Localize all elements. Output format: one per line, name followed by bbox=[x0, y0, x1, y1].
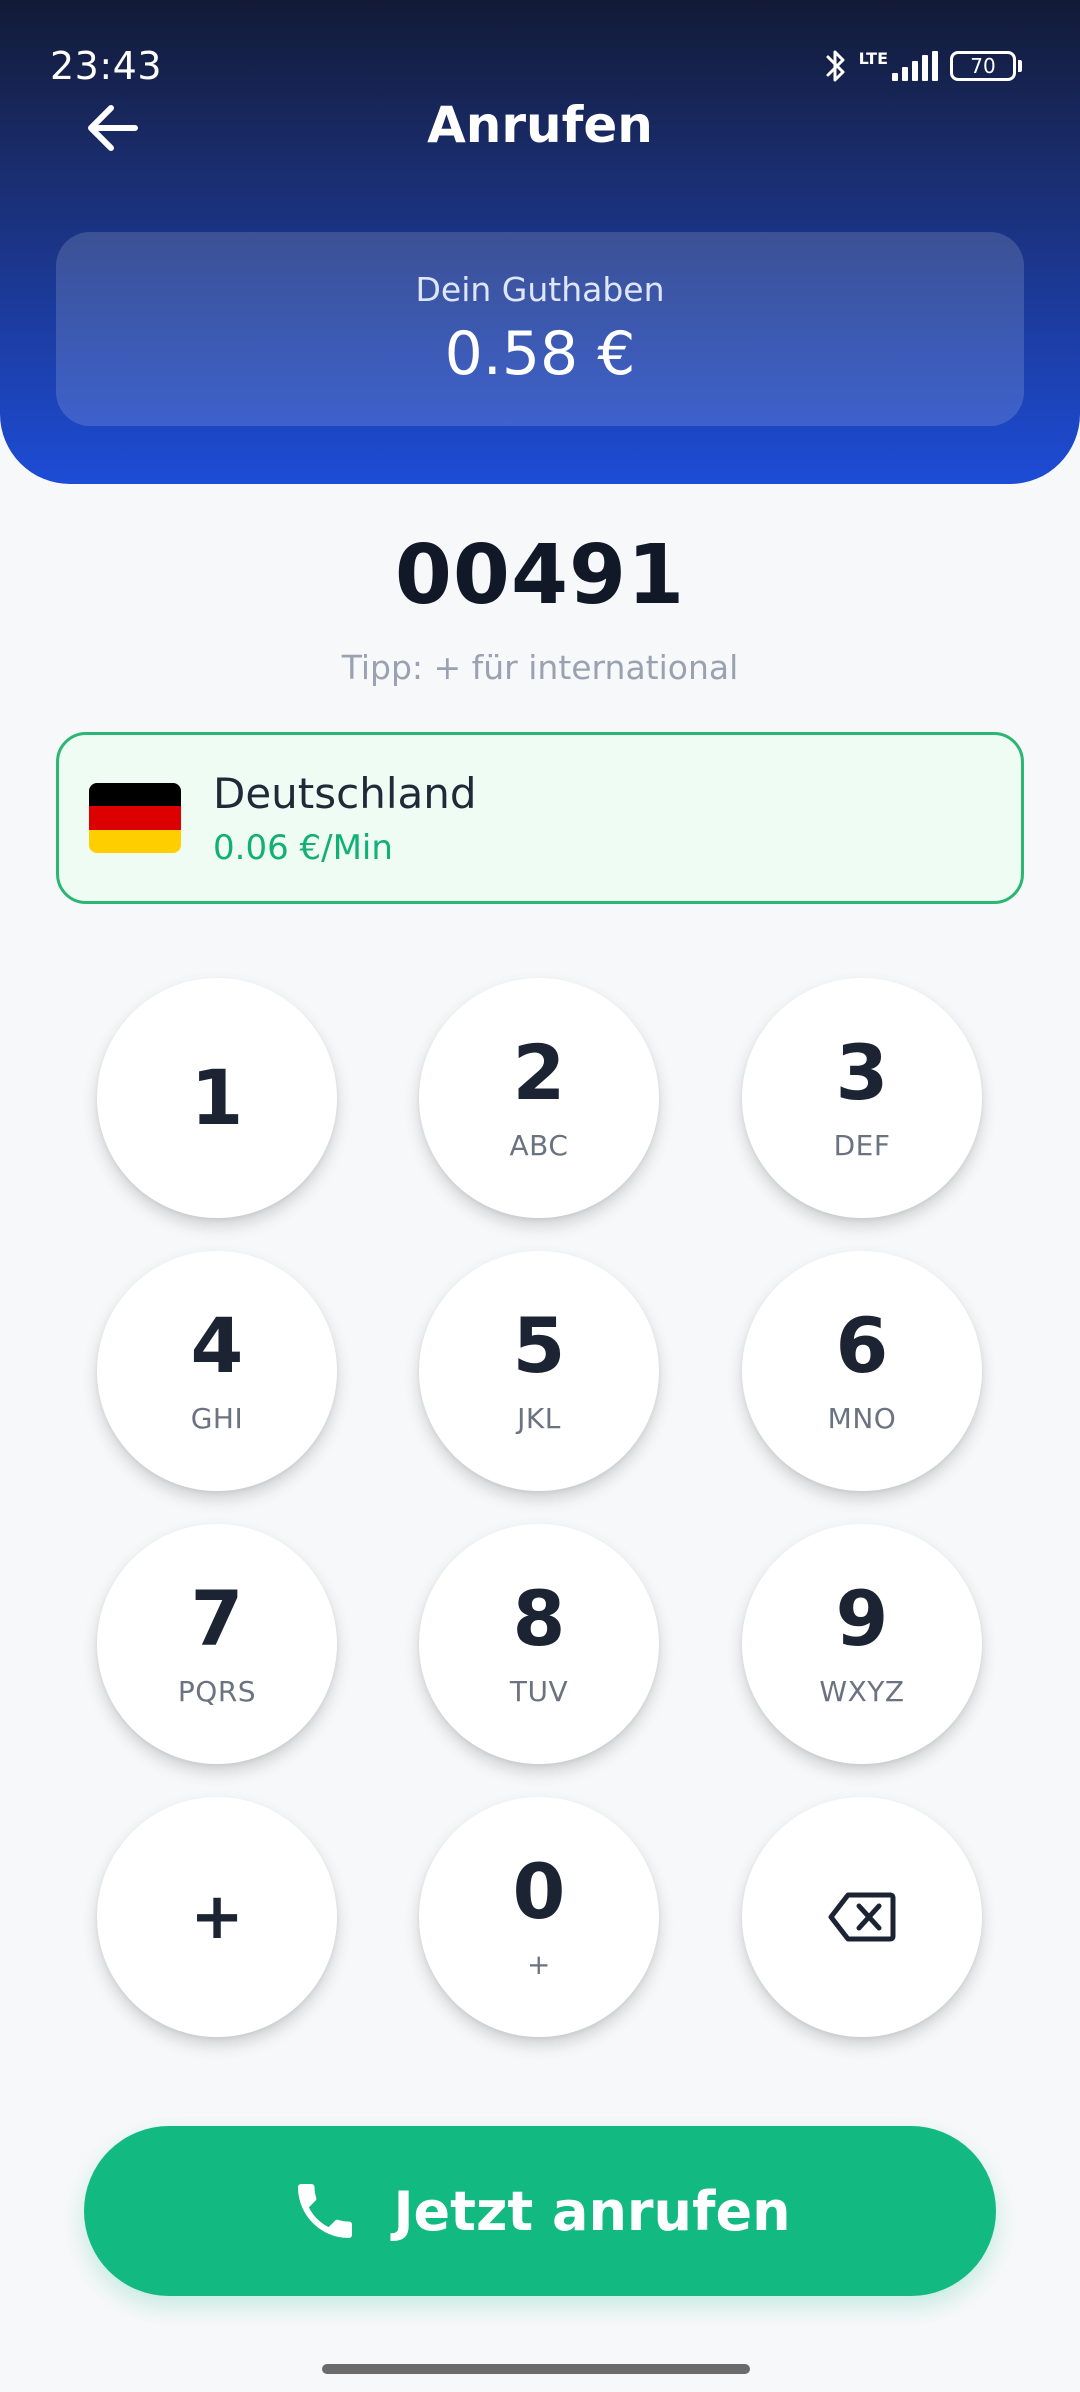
key-digit: 0 bbox=[512, 1846, 566, 1936]
key-digit: 6 bbox=[835, 1300, 889, 1390]
header: 23:43 LTE 70 Anrufen Dein Guthaben 0.58 … bbox=[0, 0, 1080, 484]
network-label: LTE bbox=[858, 49, 888, 68]
key-digit: 3 bbox=[835, 1027, 889, 1117]
status-icons: LTE 70 bbox=[825, 46, 1022, 86]
key-3[interactable]: 3 DEF bbox=[742, 978, 982, 1218]
key-7[interactable]: 7 PQRS bbox=[97, 1524, 337, 1764]
backspace-icon bbox=[828, 1892, 896, 1942]
key-letters: MNO bbox=[827, 1401, 897, 1435]
key-4[interactable]: 4 GHI bbox=[97, 1251, 337, 1491]
key-letters: GHI bbox=[190, 1401, 244, 1435]
country-rate: 0.06 €/Min bbox=[213, 827, 393, 868]
backspace-button[interactable] bbox=[742, 1797, 982, 2037]
phone-icon bbox=[298, 2184, 353, 2238]
balance-label: Dein Guthaben bbox=[415, 269, 665, 309]
key-letters: ABC bbox=[509, 1128, 569, 1162]
key-digit: 8 bbox=[512, 1573, 566, 1663]
country-card[interactable]: Deutschland 0.06 €/Min bbox=[56, 732, 1024, 904]
balance-card: Dein Guthaben 0.58 € bbox=[56, 232, 1024, 426]
key-digit: 4 bbox=[190, 1300, 244, 1390]
key-letters: JKL bbox=[517, 1401, 561, 1435]
key-digit: 2 bbox=[512, 1027, 566, 1117]
status-time: 23:43 bbox=[50, 44, 163, 88]
call-screen: 23:43 LTE 70 Anrufen Dein Guthaben 0.58 … bbox=[0, 0, 1080, 2392]
dialed-number: 00491 bbox=[394, 528, 686, 623]
battery-level: 70 bbox=[970, 54, 996, 78]
key-digit: 9 bbox=[835, 1573, 889, 1663]
call-now-button[interactable]: Jetzt anrufen bbox=[84, 2126, 996, 2296]
key-2[interactable]: 2 ABC bbox=[419, 978, 659, 1218]
key-letters: + bbox=[527, 1947, 551, 1981]
key-plus[interactable]: + bbox=[97, 1797, 337, 2037]
key-digit: 1 bbox=[190, 1053, 244, 1142]
key-digit: 5 bbox=[512, 1300, 566, 1390]
page-title: Anrufen bbox=[427, 96, 653, 154]
home-indicator[interactable] bbox=[322, 2364, 750, 2374]
country-name: Deutschland bbox=[213, 768, 477, 818]
key-letters: TUV bbox=[509, 1674, 569, 1708]
key-letters: WXYZ bbox=[819, 1674, 905, 1708]
key-digit: 7 bbox=[190, 1573, 244, 1663]
key-0[interactable]: 0 + bbox=[419, 1797, 659, 2037]
battery-icon: 70 bbox=[950, 51, 1022, 81]
germany-flag-icon bbox=[89, 783, 181, 853]
balance-value: 0.58 € bbox=[444, 318, 636, 389]
dial-hint: Tipp: + für international bbox=[341, 648, 739, 687]
key-1[interactable]: 1 bbox=[97, 978, 337, 1218]
key-letters: DEF bbox=[833, 1128, 891, 1162]
key-8[interactable]: 8 TUV bbox=[419, 1524, 659, 1764]
key-5[interactable]: 5 JKL bbox=[419, 1251, 659, 1491]
key-9[interactable]: 9 WXYZ bbox=[742, 1524, 982, 1764]
bluetooth-icon bbox=[825, 48, 847, 84]
call-button-label: Jetzt anrufen bbox=[393, 2179, 791, 2243]
key-6[interactable]: 6 MNO bbox=[742, 1251, 982, 1491]
signal-icon: LTE bbox=[859, 51, 938, 81]
key-letters: PQRS bbox=[177, 1674, 257, 1708]
key-digit: + bbox=[190, 1880, 244, 1954]
